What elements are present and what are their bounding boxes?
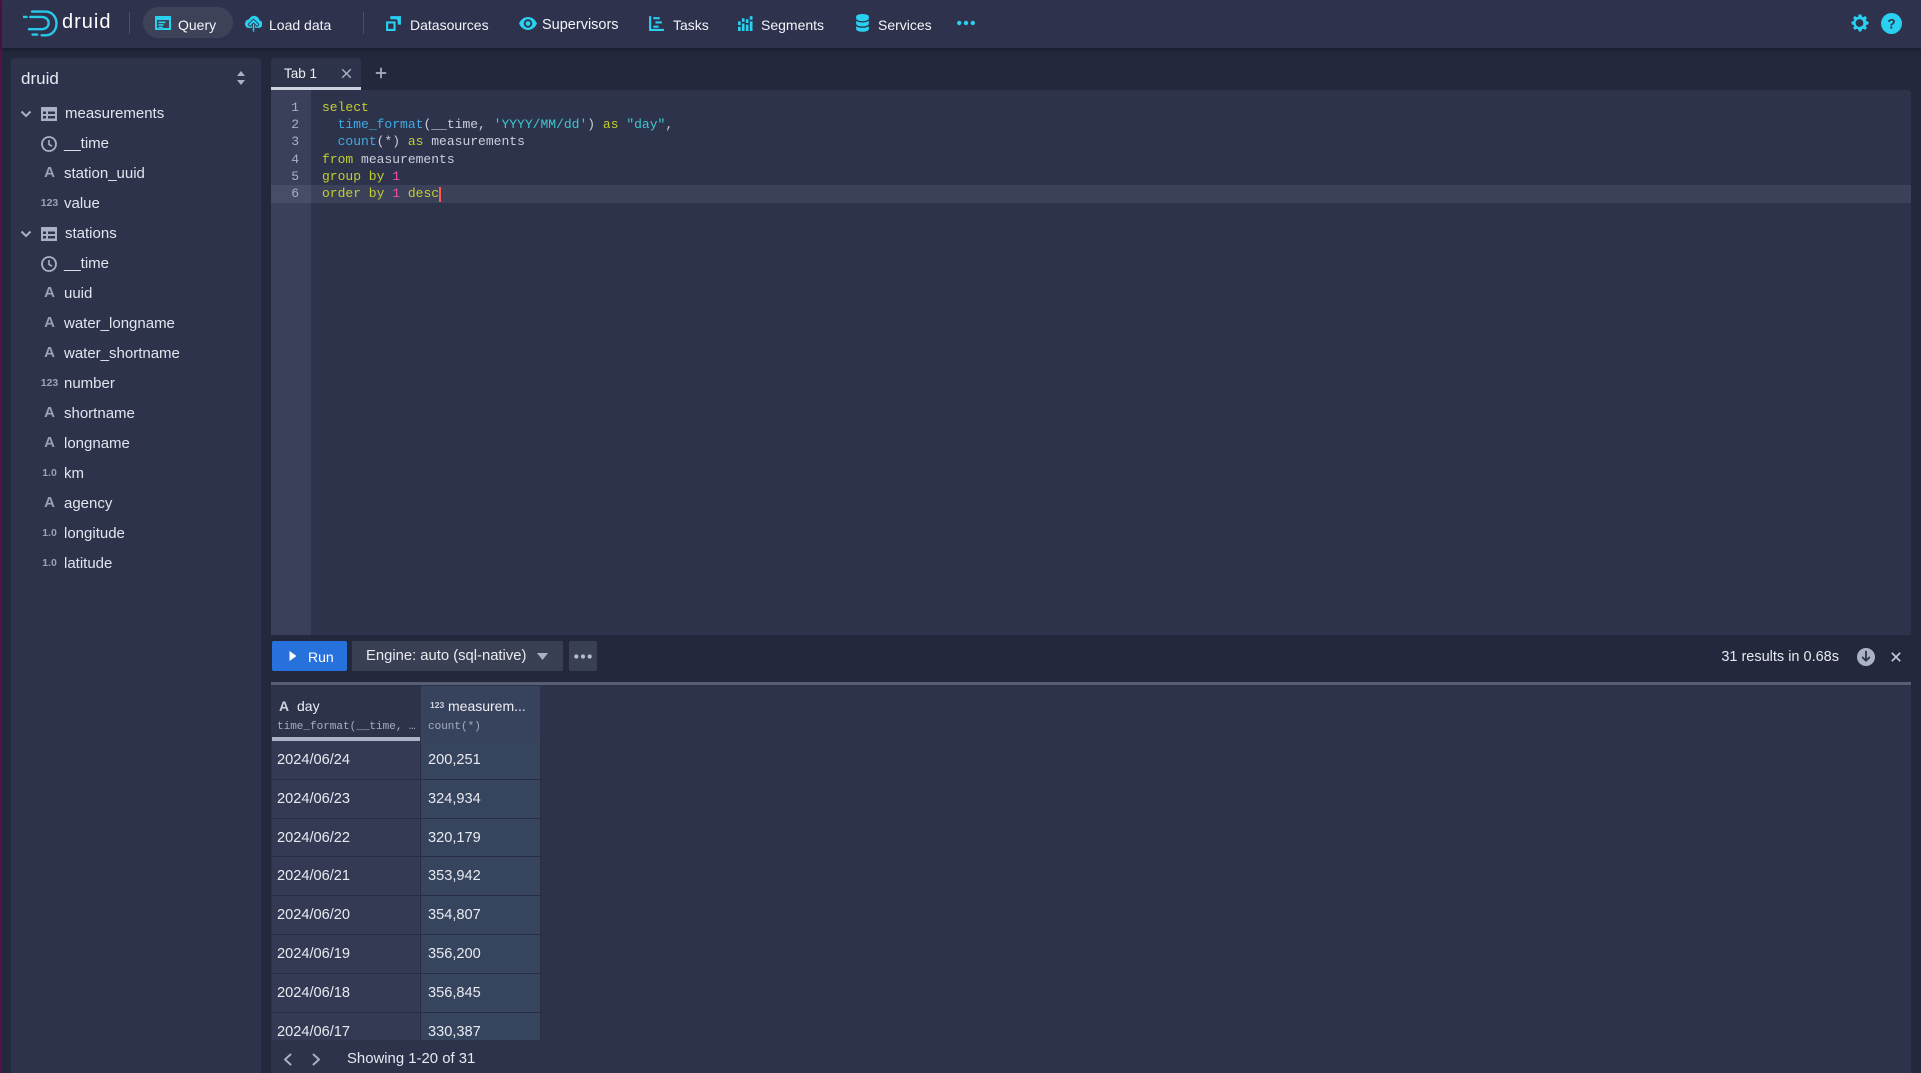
svg-text:?: ? bbox=[1887, 16, 1895, 31]
